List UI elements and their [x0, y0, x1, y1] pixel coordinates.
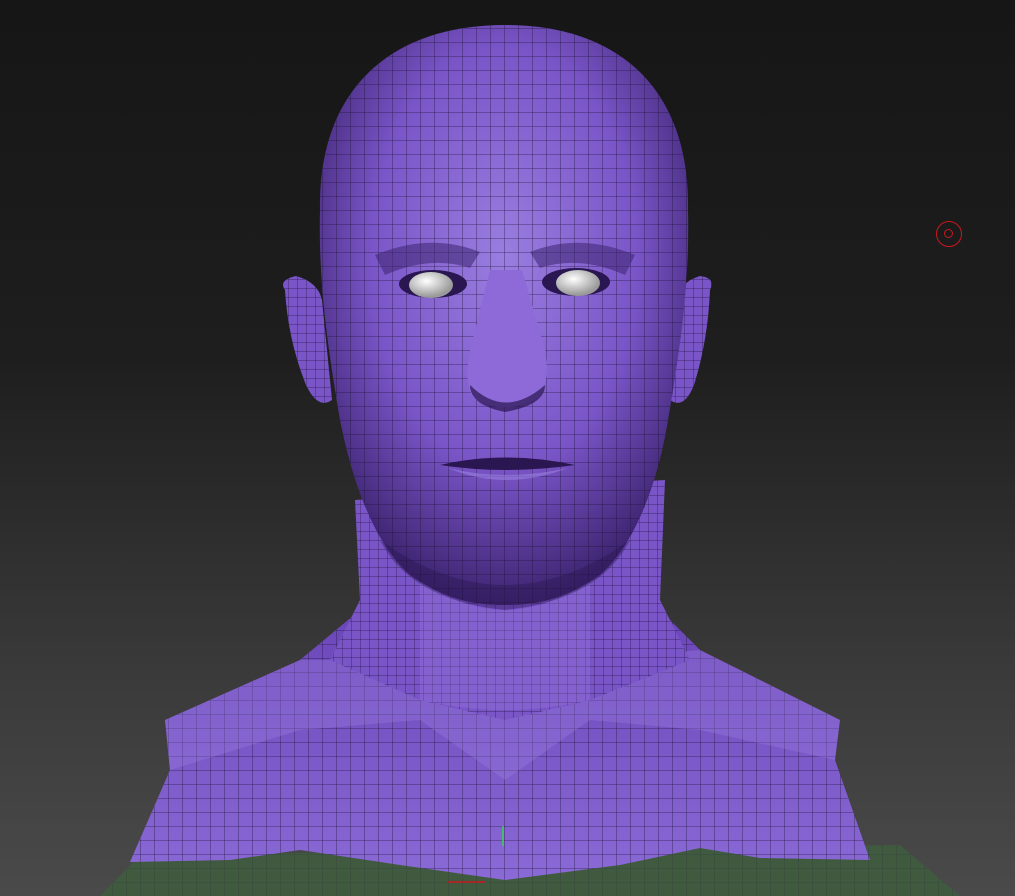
- right-eye: [542, 268, 610, 296]
- rotate-gizmo-icon[interactable]: [936, 221, 962, 247]
- left-eye: [399, 270, 467, 298]
- 3d-viewport[interactable]: head-bust-mesh: [0, 0, 1015, 896]
- viewport-canvas[interactable]: [0, 0, 1015, 896]
